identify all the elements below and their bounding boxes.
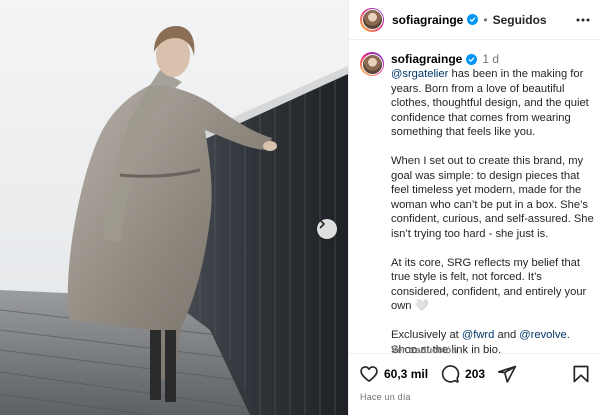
- caption-text: @srgatelier has been in the making for y…: [391, 67, 599, 353]
- see-translation-link[interactable]: Ver traducción: [391, 345, 457, 353]
- heart-icon: [360, 365, 378, 382]
- caption-paragraph-1: @srgatelier has been in the making for y…: [391, 67, 599, 140]
- like-button[interactable]: [359, 364, 379, 384]
- share-icon: [497, 365, 517, 383]
- white-heart-emoji: 🤍: [414, 300, 429, 312]
- verified-badge-icon: [467, 14, 479, 25]
- like-count[interactable]: 60,3 mil: [384, 367, 428, 381]
- caption-paragraph-2: When I set out to create this brand, my …: [391, 154, 599, 241]
- post-image-illustration: [0, 0, 348, 415]
- separator-dot: •: [483, 12, 488, 27]
- caption-username[interactable]: sofiagrainge: [391, 52, 462, 66]
- post-side-panel: sofiagrainge • Seguidos sofiagrainge 1 d …: [348, 0, 600, 415]
- caption-text-and: and: [494, 329, 520, 341]
- caption-text-4: Exclusively at: [391, 329, 462, 341]
- caption-header: sofiagrainge 1 d: [391, 52, 499, 66]
- caption-paragraph-3: At its core, SRG reflects my belief that…: [391, 256, 599, 314]
- chevron-right-icon: [319, 219, 325, 229]
- share-button[interactable]: [497, 364, 517, 384]
- action-bar: 60,3 mil 203: [349, 353, 600, 393]
- post-photo[interactable]: [0, 0, 348, 415]
- post-timestamp: Hace un día: [360, 392, 411, 402]
- next-image-button[interactable]: [317, 219, 337, 239]
- username-link[interactable]: sofiagrainge: [392, 13, 463, 27]
- post-header: sofiagrainge • Seguidos: [349, 0, 600, 40]
- caption-text-period: .: [566, 329, 570, 341]
- caption-text-2: When I set out to create this brand, my …: [391, 155, 594, 240]
- comment-count[interactable]: 203: [465, 367, 485, 381]
- bookmark-icon: [573, 365, 589, 383]
- following-button[interactable]: Seguidos: [493, 13, 547, 27]
- verified-badge-icon: [466, 54, 478, 66]
- save-button[interactable]: [571, 364, 591, 384]
- avatar[interactable]: [360, 7, 384, 32]
- more-options-icon[interactable]: [575, 12, 591, 28]
- mention-link[interactable]: @srgatelier: [391, 68, 448, 80]
- caption-section: sofiagrainge 1 d @srgatelier has been in …: [349, 40, 600, 353]
- mention-link-revolve[interactable]: @revolve: [519, 329, 566, 341]
- mention-link-fwrd[interactable]: @fwrd: [462, 329, 495, 341]
- comment-button[interactable]: [440, 364, 460, 384]
- comment-icon: [441, 364, 460, 383]
- caption-avatar[interactable]: [360, 52, 384, 76]
- post-time: 1 d: [482, 52, 500, 66]
